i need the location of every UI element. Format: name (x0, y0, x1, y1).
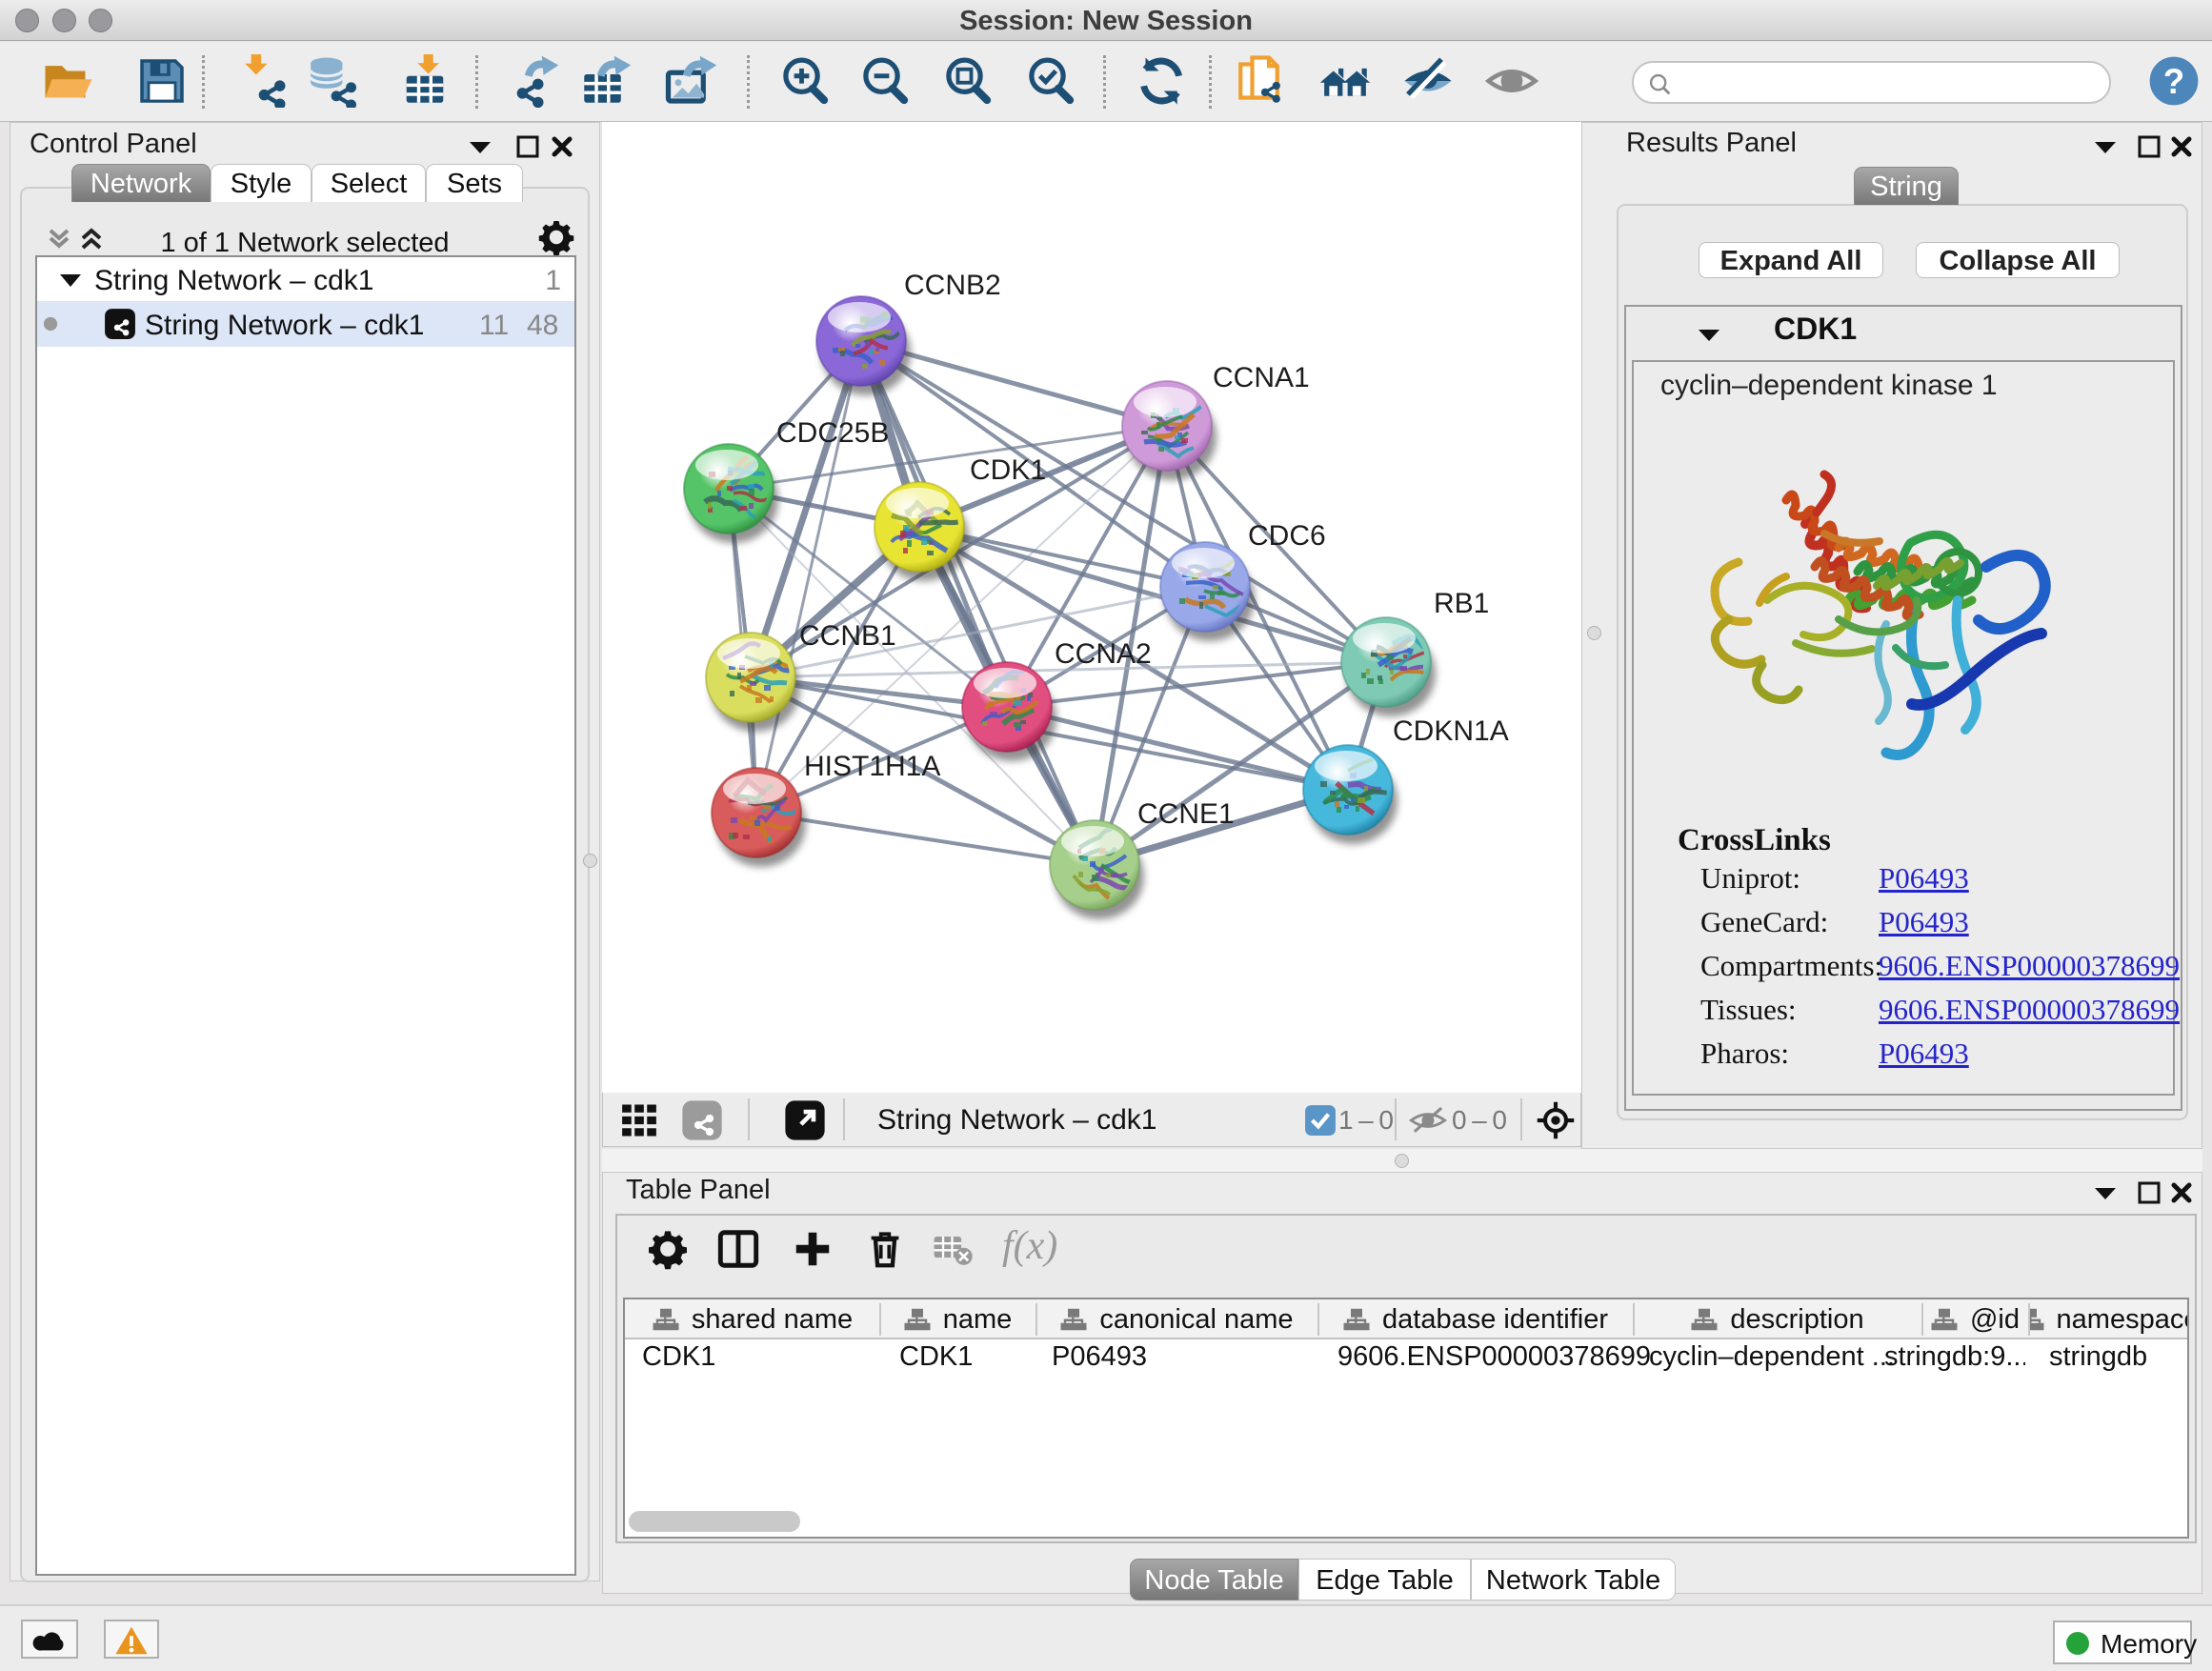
svg-text:HIST1H1A: HIST1H1A (804, 751, 940, 782)
svg-text:CCNA1: CCNA1 (1213, 362, 1310, 393)
svg-text:CCNB1: CCNB1 (799, 620, 896, 652)
svg-text:CCNA2: CCNA2 (1055, 638, 1152, 670)
svg-text:CDKN1A: CDKN1A (1393, 715, 1509, 747)
svg-text:CCNE1: CCNE1 (1137, 798, 1235, 830)
svg-text:CDC25B: CDC25B (776, 417, 889, 449)
svg-text:RB1: RB1 (1434, 588, 1489, 619)
svg-text:CDC6: CDC6 (1248, 520, 1326, 552)
svg-text:CCNB2: CCNB2 (904, 270, 1001, 301)
svg-text:CDK1: CDK1 (970, 454, 1046, 486)
svg-text:?: ? (2163, 62, 2184, 101)
